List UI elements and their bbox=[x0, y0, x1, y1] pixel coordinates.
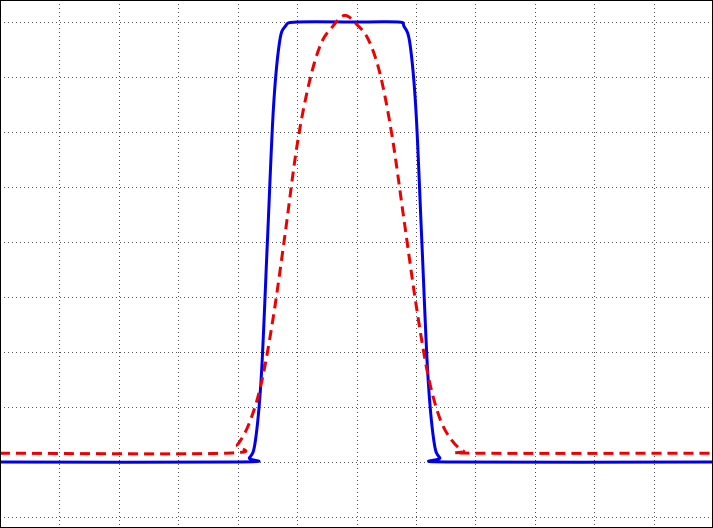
plot-background bbox=[0, 0, 713, 528]
line-chart bbox=[0, 0, 713, 528]
